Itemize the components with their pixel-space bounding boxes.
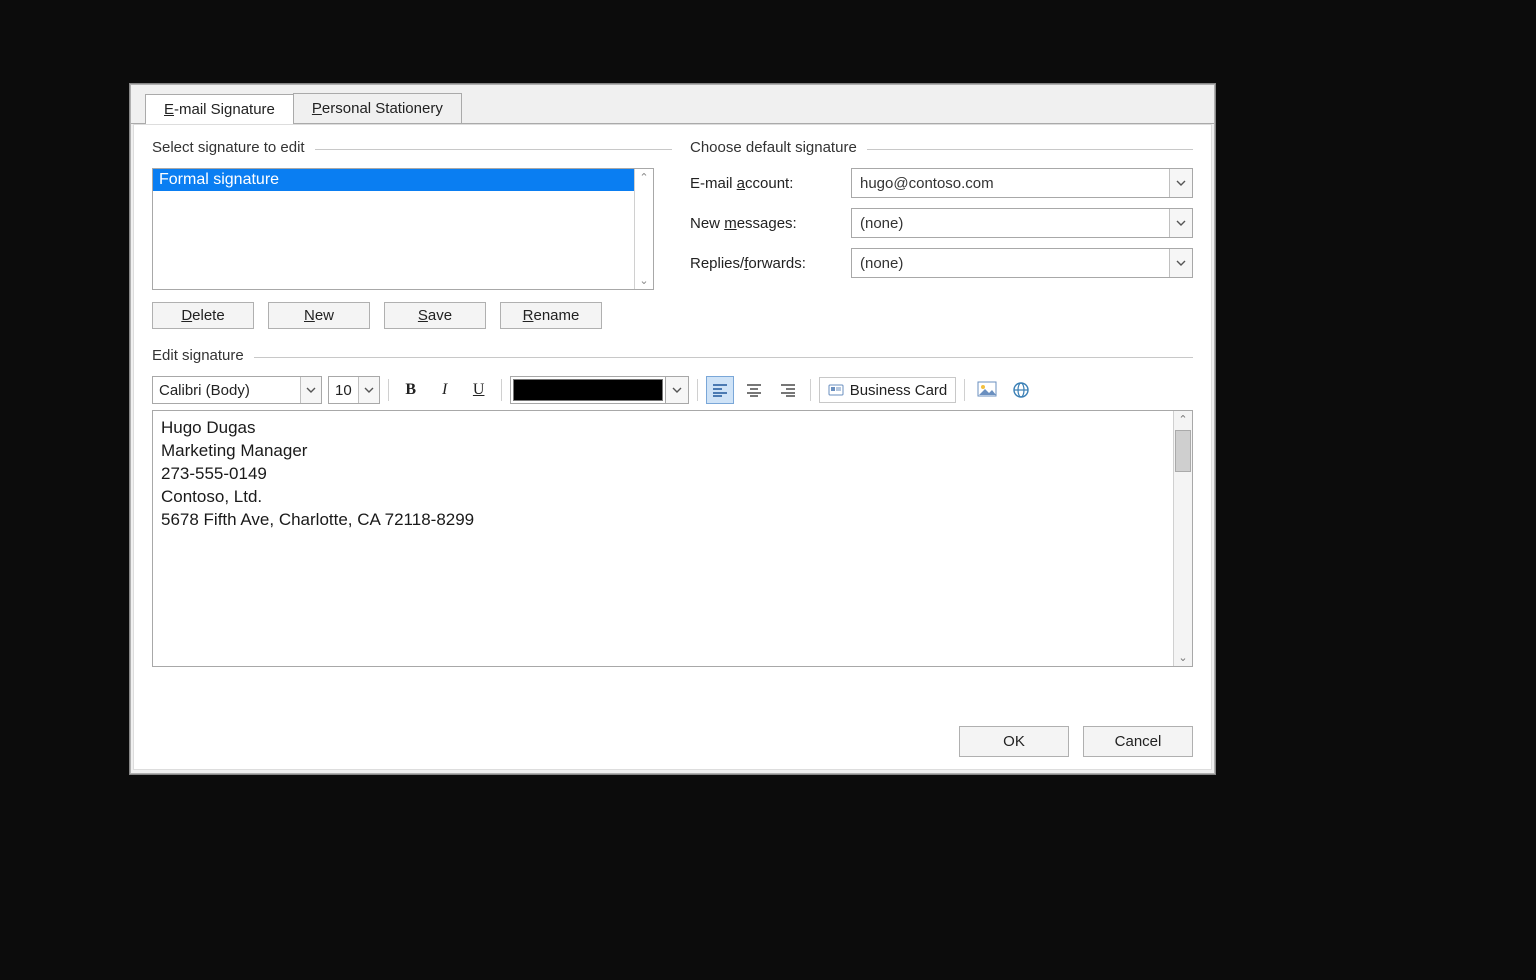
align-right-icon xyxy=(780,383,796,397)
font-name-value: Calibri (Body) xyxy=(153,382,300,399)
signature-editor[interactable]: Hugo Dugas Marketing Manager 273-555-014… xyxy=(152,410,1193,667)
align-left-icon xyxy=(712,383,728,397)
scroll-up-icon[interactable]: ⌃ xyxy=(635,169,653,186)
email-account-value: hugo@contoso.com xyxy=(852,175,1169,192)
scrollbar-thumb[interactable] xyxy=(1175,430,1191,472)
align-right-button[interactable] xyxy=(774,376,802,404)
align-center-icon xyxy=(746,383,762,397)
bold-button[interactable]: B xyxy=(397,376,425,404)
underline-button[interactable]: U xyxy=(465,376,493,404)
rename-button[interactable]: Rename xyxy=(500,302,602,329)
signature-list-scrollbar[interactable]: ⌃ ⌄ xyxy=(634,169,653,289)
business-card-icon xyxy=(828,382,844,398)
edit-signature-label: Edit signature xyxy=(152,347,248,364)
hyperlink-icon xyxy=(1011,381,1031,399)
default-signature-label: Choose default signature xyxy=(690,139,861,156)
business-card-label: Business Card xyxy=(850,382,948,399)
default-signature-group: Choose default signature E-mail account:… xyxy=(690,139,1193,329)
ok-button[interactable]: OK xyxy=(959,726,1069,757)
business-card-button[interactable]: Business Card xyxy=(819,377,957,403)
font-name-combo[interactable]: Calibri (Body) xyxy=(152,376,322,404)
scroll-up-icon[interactable]: ⌃ xyxy=(1178,411,1187,428)
format-toolbar: Calibri (Body) 10 B I U xyxy=(152,376,1193,404)
tab-personal-stationery[interactable]: Personal Stationery xyxy=(293,93,462,123)
new-messages-label: New messages: xyxy=(690,215,845,232)
email-account-combo[interactable]: hugo@contoso.com xyxy=(851,168,1193,198)
signatures-dialog: E-mail Signature Personal Stationery Sel… xyxy=(130,84,1215,774)
align-center-button[interactable] xyxy=(740,376,768,404)
chevron-down-icon[interactable] xyxy=(666,376,689,404)
tab-strip: E-mail Signature Personal Stationery xyxy=(131,85,1214,124)
edit-signature-group: Edit signature Calibri (Body) 10 xyxy=(152,347,1193,667)
scroll-down-icon[interactable]: ⌄ xyxy=(635,272,653,289)
cancel-button[interactable]: Cancel xyxy=(1083,726,1193,757)
save-button[interactable]: Save xyxy=(384,302,486,329)
align-left-button[interactable] xyxy=(706,376,734,404)
replies-forwards-combo[interactable]: (none) xyxy=(851,248,1193,278)
italic-button[interactable]: I xyxy=(431,376,459,404)
chevron-down-icon[interactable] xyxy=(1169,169,1192,197)
font-size-value: 10 xyxy=(329,382,358,399)
picture-icon xyxy=(977,381,997,399)
scroll-down-icon[interactable]: ⌄ xyxy=(1178,649,1187,666)
signature-list[interactable]: Formal signature ⌃ ⌄ xyxy=(152,168,654,290)
insert-picture-button[interactable] xyxy=(973,377,1001,403)
dialog-body: Select signature to edit Formal signatur… xyxy=(133,124,1212,770)
font-size-combo[interactable]: 10 xyxy=(328,376,380,404)
select-signature-group: Select signature to edit Formal signatur… xyxy=(152,139,672,329)
select-signature-label: Select signature to edit xyxy=(152,139,309,156)
chevron-down-icon[interactable] xyxy=(1169,249,1192,277)
chevron-down-icon[interactable] xyxy=(300,377,321,403)
delete-button[interactable]: Delete xyxy=(152,302,254,329)
editor-scrollbar[interactable]: ⌃ ⌄ xyxy=(1173,411,1192,666)
font-color-picker[interactable] xyxy=(510,376,689,404)
new-messages-combo[interactable]: (none) xyxy=(851,208,1193,238)
email-account-label: E-mail account: xyxy=(690,175,845,192)
signature-list-item[interactable]: Formal signature xyxy=(153,169,635,191)
replies-forwards-value: (none) xyxy=(852,255,1169,272)
chevron-down-icon[interactable] xyxy=(1169,209,1192,237)
font-color-swatch xyxy=(513,379,663,401)
new-button[interactable]: New xyxy=(268,302,370,329)
chevron-down-icon[interactable] xyxy=(358,377,379,403)
signature-editor-content[interactable]: Hugo Dugas Marketing Manager 273-555-014… xyxy=(153,411,1173,666)
insert-hyperlink-button[interactable] xyxy=(1007,377,1035,403)
replies-forwards-label: Replies/forwards: xyxy=(690,255,845,272)
tab-email-signature[interactable]: E-mail Signature xyxy=(145,94,294,124)
new-messages-value: (none) xyxy=(852,215,1169,232)
